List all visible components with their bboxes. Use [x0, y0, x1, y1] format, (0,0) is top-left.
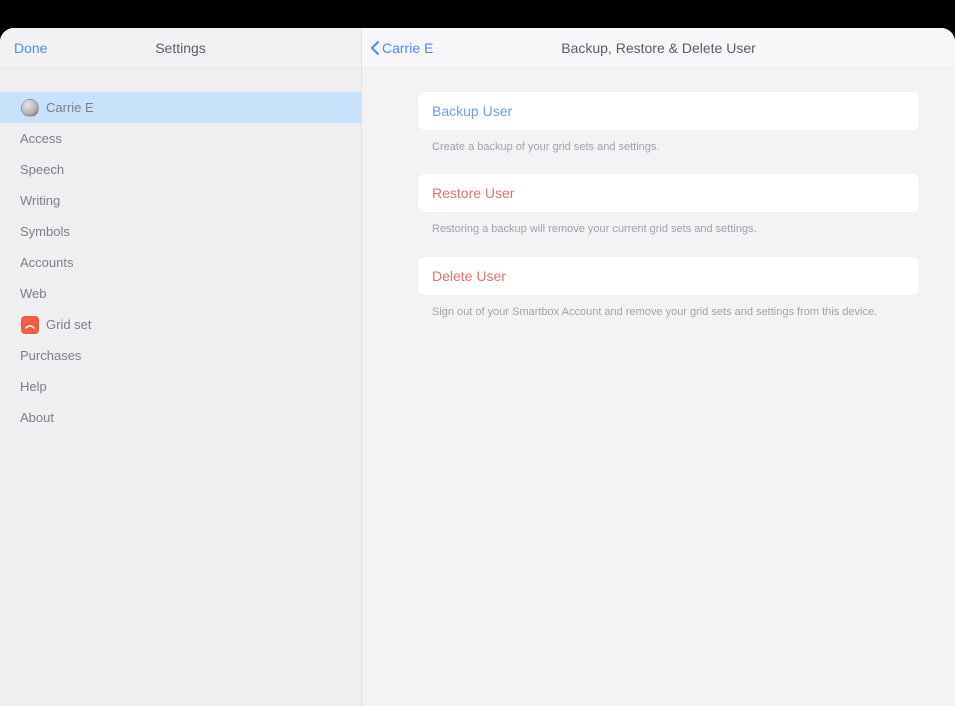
sidebar-item-label: About: [20, 410, 54, 425]
sidebar-item-label: Carrie E: [46, 100, 94, 115]
restore-user-desc: Restoring a backup will remove your curr…: [418, 212, 919, 256]
restore-user-button[interactable]: Restore User: [418, 174, 919, 212]
back-button[interactable]: Carrie E: [370, 40, 433, 56]
grid-set-icon: [21, 316, 39, 334]
sidebar-item-access[interactable]: Access: [0, 123, 361, 154]
grid-set-slot: [20, 316, 40, 334]
restore-user-label: Restore User: [432, 185, 514, 201]
sidebar-item-grid-set[interactable]: Grid set: [0, 309, 361, 340]
back-label: Carrie E: [382, 40, 433, 56]
sidebar-item-label: Symbols: [20, 224, 70, 239]
backup-user-button[interactable]: Backup User: [418, 92, 919, 130]
sidebar-item-accounts[interactable]: Accounts: [0, 247, 361, 278]
avatar-slot: [20, 99, 40, 117]
main-header: Carrie E Backup, Restore & Delete User: [362, 28, 955, 68]
sidebar-item-purchases[interactable]: Purchases: [0, 340, 361, 371]
sidebar-item-label: Access: [20, 131, 62, 146]
sidebar-item-label: Purchases: [20, 348, 81, 363]
sidebar-item-label: Web: [20, 286, 47, 301]
sidebar-item-label: Grid set: [46, 317, 92, 332]
sidebar-item-label: Speech: [20, 162, 64, 177]
main-content: Backup User Create a backup of your grid…: [362, 68, 955, 339]
sidebar-header: Done Settings: [0, 28, 361, 68]
delete-user-button[interactable]: Delete User: [418, 257, 919, 295]
delete-user-desc: Sign out of your Smartbox Account and re…: [418, 295, 919, 339]
sidebar-item-help[interactable]: Help: [0, 371, 361, 402]
app-window: Done Settings Carrie E Access Speech Wri…: [0, 28, 955, 706]
settings-sidebar: Done Settings Carrie E Access Speech Wri…: [0, 28, 362, 706]
sidebar-item-label: Accounts: [20, 255, 73, 270]
backup-user-label: Backup User: [432, 103, 512, 119]
sidebar-title: Settings: [0, 40, 361, 56]
sidebar-item-web[interactable]: Web: [0, 278, 361, 309]
sidebar-item-label: Help: [20, 379, 47, 394]
sidebar-item-writing[interactable]: Writing: [0, 185, 361, 216]
page-title: Backup, Restore & Delete User: [362, 40, 955, 56]
sidebar-item-label: Writing: [20, 193, 60, 208]
sidebar-item-user-profile[interactable]: Carrie E: [0, 92, 361, 123]
sidebar-list: Carrie E Access Speech Writing Symbols A…: [0, 68, 361, 433]
delete-user-label: Delete User: [432, 268, 506, 284]
user-avatar-icon: [21, 99, 39, 117]
backup-user-desc: Create a backup of your grid sets and se…: [418, 130, 919, 174]
sidebar-item-symbols[interactable]: Symbols: [0, 216, 361, 247]
sidebar-item-about[interactable]: About: [0, 402, 361, 433]
done-button[interactable]: Done: [14, 40, 47, 56]
chevron-left-icon: [370, 40, 380, 56]
main-panel: Carrie E Backup, Restore & Delete User B…: [362, 28, 955, 706]
sidebar-item-speech[interactable]: Speech: [0, 154, 361, 185]
